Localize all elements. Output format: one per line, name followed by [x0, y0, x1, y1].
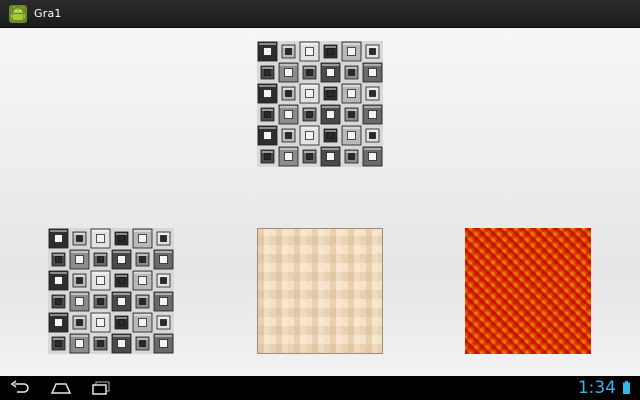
system-navigation-bar: 1:34: [0, 376, 640, 400]
app-title: Gra1: [34, 7, 62, 20]
pattern-tile-beige-weave[interactable]: [257, 228, 383, 354]
battery-icon[interactable]: [623, 381, 630, 394]
action-bar: Gra1: [0, 0, 640, 28]
main-content: [0, 28, 640, 376]
clock-time[interactable]: 1:34: [578, 377, 616, 399]
pattern-tile-red-yellow-weave[interactable]: [465, 228, 591, 354]
android-robot-icon[interactable]: [8, 4, 28, 24]
gray-squares-image: [48, 228, 174, 354]
recents-icon[interactable]: [90, 380, 112, 396]
home-icon[interactable]: [50, 380, 72, 396]
gray-squares-image: [257, 41, 383, 167]
pattern-tile-gray-squares[interactable]: [257, 41, 383, 167]
pattern-tile-gray-squares[interactable]: [48, 228, 174, 354]
back-icon[interactable]: [9, 380, 31, 396]
